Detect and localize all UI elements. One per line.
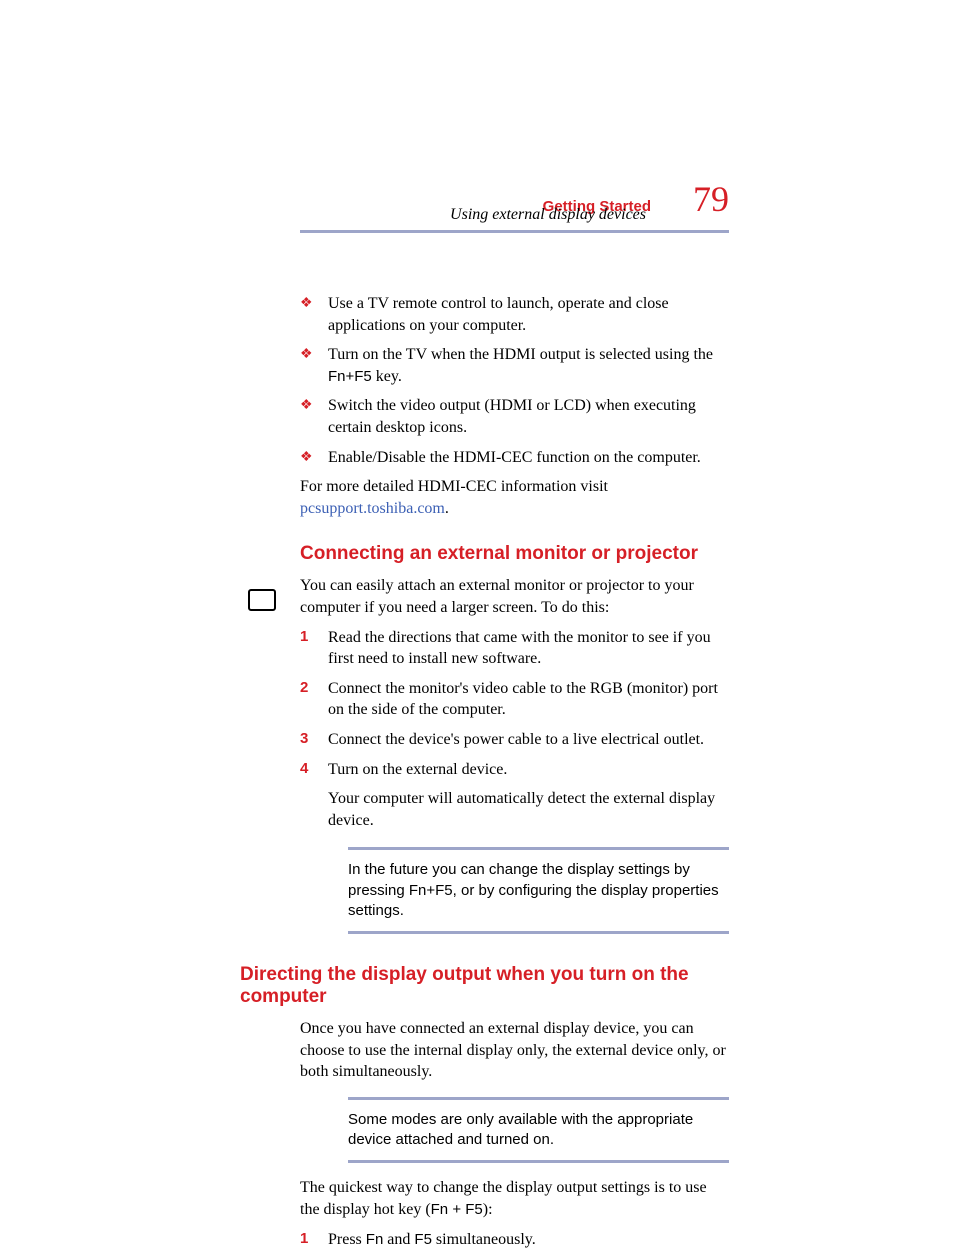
diamond-bullet-icon: ❖ — [300, 344, 328, 387]
list-item: 3 Connect the device's power cable to a … — [300, 729, 729, 751]
document-page: Getting Started 79 Using external displa… — [0, 0, 954, 1235]
page-number: 79 — [693, 178, 729, 220]
monitor-port-icon — [248, 589, 276, 611]
bullet-text: Switch the video output (HDMI or LCD) wh… — [328, 395, 729, 438]
step-number: 2 — [300, 678, 328, 721]
feature-bullet-list: ❖ Use a TV remote control to launch, ope… — [300, 293, 729, 468]
list-item: 1 Read the directions that came with the… — [300, 627, 729, 670]
header-rule — [300, 230, 729, 233]
note-callout: Some modes are only available with the a… — [348, 1097, 729, 1164]
step-number: 4 — [300, 759, 328, 781]
step-text: Connect the device's power cable to a li… — [328, 729, 729, 751]
list-item: ❖ Enable/Disable the HDMI-CEC function o… — [300, 447, 729, 469]
section-title-header: Using external display devices — [0, 206, 954, 224]
steps-list: 1 Read the directions that came with the… — [300, 627, 729, 781]
bullet-text: Enable/Disable the HDMI-CEC function on … — [328, 447, 729, 469]
diamond-bullet-icon: ❖ — [300, 293, 328, 336]
list-item: ❖ Switch the video output (HDMI or LCD) … — [300, 395, 729, 438]
list-item: ❖ Turn on the TV when the HDMI output is… — [300, 344, 729, 387]
diamond-bullet-icon: ❖ — [300, 395, 328, 438]
list-item: 2 Connect the monitor's video cable to t… — [300, 678, 729, 721]
step-text: Read the directions that came with the m… — [328, 627, 729, 670]
hotkey-paragraph: The quickest way to change the display o… — [300, 1177, 729, 1220]
heading-connecting-monitor: Connecting an external monitor or projec… — [300, 543, 729, 565]
note-callout: In the future you can change the display… — [348, 847, 729, 934]
support-link[interactable]: pcsupport.toshiba.com — [300, 500, 445, 517]
heading-directing-display: Directing the display output when you tu… — [240, 964, 729, 1008]
after-step-note: Your computer will automatically detect … — [328, 788, 729, 831]
step-text: Press Fn and F5 simultaneously. — [328, 1229, 729, 1250]
section1-intro: You can easily attach an external monito… — [300, 575, 729, 618]
step-text: Connect the monitor's video cable to the… — [328, 678, 729, 721]
section2-intro: Once you have connected an external disp… — [300, 1018, 729, 1083]
diamond-bullet-icon: ❖ — [300, 447, 328, 469]
step-number: 1 — [300, 1229, 328, 1250]
list-item: 1 Press Fn and F5 simultaneously. — [300, 1229, 729, 1250]
steps-list-2: 1 Press Fn and F5 simultaneously. — [300, 1229, 729, 1250]
list-item: 4 Turn on the external device. — [300, 759, 729, 781]
step-text: Turn on the external device. — [328, 759, 729, 781]
step-number: 3 — [300, 729, 328, 751]
bullet-text: Turn on the TV when the HDMI output is s… — [328, 344, 729, 387]
bullet-text: Use a TV remote control to launch, opera… — [328, 293, 729, 336]
step-number: 1 — [300, 627, 328, 670]
list-item: ❖ Use a TV remote control to launch, ope… — [300, 293, 729, 336]
more-info-paragraph: For more detailed HDMI-CEC information v… — [300, 476, 729, 519]
